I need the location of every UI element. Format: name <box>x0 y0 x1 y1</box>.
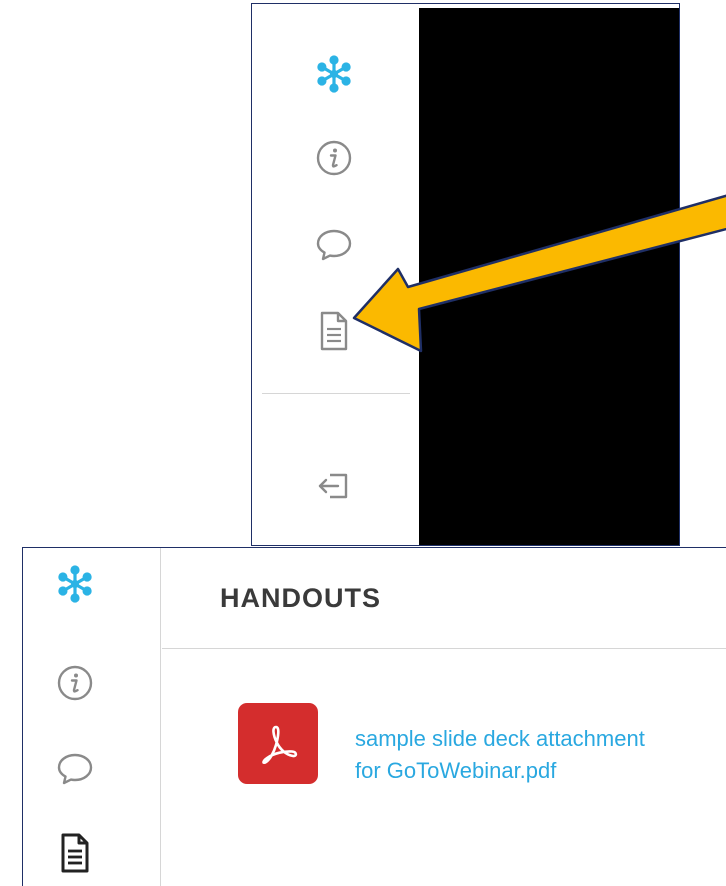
top-side-rail <box>252 4 419 545</box>
chat-bubble-icon[interactable] <box>55 749 95 789</box>
bottom-handouts-panel: HANDOUTS sample slide deck attachment fo… <box>22 547 726 886</box>
page-title: HANDOUTS <box>220 583 381 613</box>
rail-divider <box>262 393 410 394</box>
handout-link-line2: for GoToWebinar.pdf <box>355 758 557 783</box>
video-area <box>419 8 679 545</box>
bottom-side-rail <box>23 548 161 886</box>
document-icon[interactable] <box>315 309 353 353</box>
info-icon[interactable] <box>314 138 354 178</box>
exit-icon[interactable] <box>314 466 354 506</box>
info-icon[interactable] <box>55 663 95 703</box>
handouts-header: HANDOUTS <box>162 548 726 649</box>
asterisk-logo-icon[interactable] <box>312 52 356 96</box>
screenshot-canvas: HANDOUTS sample slide deck attachment fo… <box>0 0 726 886</box>
chat-bubble-icon[interactable] <box>314 225 354 265</box>
pdf-file-icon[interactable] <box>238 703 318 784</box>
handout-link-line1: sample slide deck attachment <box>355 726 645 751</box>
asterisk-logo-icon[interactable] <box>53 562 97 606</box>
top-webinar-panel <box>251 3 680 546</box>
handout-file-link[interactable]: sample slide deck attachment for GoToWeb… <box>355 723 715 787</box>
list-item[interactable]: sample slide deck attachment for GoToWeb… <box>238 703 715 787</box>
document-icon[interactable] <box>56 831 94 875</box>
